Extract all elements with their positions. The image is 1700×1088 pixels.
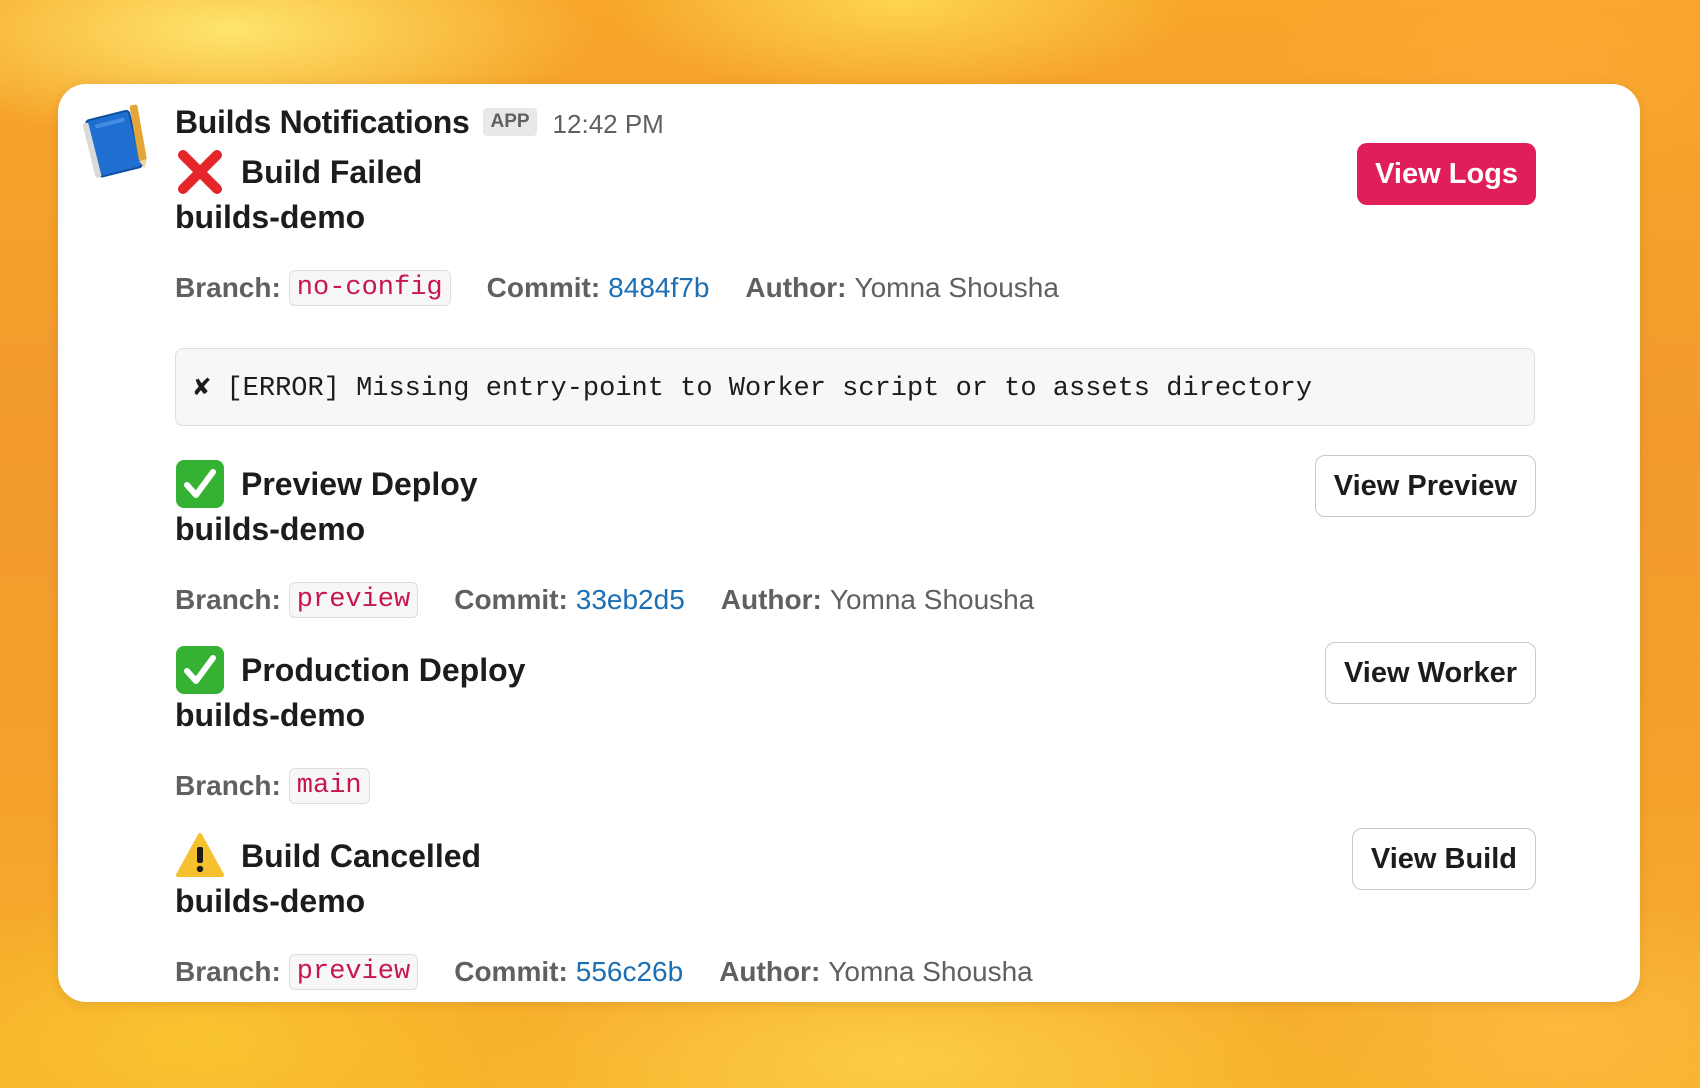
preview-deploy-title-row: Preview Deploy: [175, 458, 478, 510]
branch-label: Branch:: [175, 770, 281, 801]
app-name[interactable]: Builds Notifications: [175, 104, 470, 141]
branch-tag: main: [288, 768, 370, 804]
view-build-button[interactable]: View Build: [1351, 828, 1536, 890]
check-mark-icon: [176, 646, 224, 694]
project-name: builds-demo: [175, 511, 366, 547]
commit-field: Commit: 8484f7b: [487, 272, 710, 304]
author-field: Author: Yomna Shousha: [719, 956, 1033, 988]
author-name: Yomna Shousha: [854, 272, 1059, 303]
author-label: Author:: [719, 956, 821, 987]
author-field: Author: Yomna Shousha: [721, 584, 1035, 616]
build-meta-row: Branch: preview Commit: 33eb2d5 Author: …: [175, 578, 1070, 622]
warning-icon: [176, 833, 224, 877]
book-icon[interactable]: [78, 104, 156, 182]
commit-field: Commit: 33eb2d5: [454, 584, 685, 616]
branch-tag: preview: [288, 954, 419, 990]
author-name: Yomna Shousha: [828, 956, 1033, 987]
message-header: Builds Notifications APP 12:42 PM: [175, 100, 664, 144]
check-mark-icon: [176, 460, 224, 508]
view-logs-button[interactable]: View Logs: [1357, 143, 1536, 205]
error-code-block: ✘ [ERROR] Missing entry-point to Worker …: [175, 348, 1535, 426]
project-name: builds-demo: [175, 199, 366, 235]
build-cancelled-title-row: Build Cancelled: [175, 830, 481, 882]
block-title: Build Cancelled: [241, 837, 482, 874]
build-meta-row: Branch: no-config Commit: 8484f7b Author…: [175, 266, 1095, 310]
commit-link[interactable]: 33eb2d5: [576, 584, 685, 616]
branch-label: Branch:: [175, 584, 281, 615]
commit-label: Commit:: [454, 584, 568, 615]
app-badge: APP: [483, 108, 537, 136]
production-deploy-title-row: Production Deploy: [175, 644, 525, 696]
commit-label: Commit:: [454, 956, 568, 987]
commit-field: Commit: 556c26b: [454, 956, 683, 988]
view-worker-button[interactable]: View Worker: [1324, 642, 1536, 704]
branch-field: Branch: main: [175, 768, 370, 804]
author-label: Author:: [745, 272, 847, 303]
commit-label: Commit:: [486, 272, 601, 303]
author-name: Yomna Shousha: [829, 584, 1035, 615]
project-name: builds-demo: [175, 697, 366, 733]
build-meta-row: Branch: main: [175, 764, 406, 808]
message-timestamp[interactable]: 12:42 PM: [553, 109, 664, 140]
block-title: Build Failed: [241, 153, 423, 190]
branch-field: Branch: no-config: [175, 270, 451, 306]
branch-label: Branch:: [175, 272, 281, 303]
branch-tag: preview: [288, 582, 419, 618]
project-name: builds-demo: [175, 883, 366, 919]
author-field: Author: Yomna Shousha: [745, 272, 1059, 304]
branch-field: Branch: preview: [175, 954, 419, 990]
commit-link[interactable]: 556c26b: [576, 956, 683, 988]
branch-field: Branch: preview: [175, 582, 419, 618]
commit-link[interactable]: 8484f7b: [608, 272, 709, 304]
branch-label: Branch:: [175, 956, 281, 987]
cross-mark-icon: [178, 150, 222, 194]
branch-tag: no-config: [288, 270, 451, 306]
author-label: Author:: [720, 584, 822, 615]
view-preview-button[interactable]: View Preview: [1314, 455, 1536, 517]
build-failed-title-row: Build Failed: [175, 146, 422, 198]
message-card: Builds Notifications APP 12:42 PM Build …: [58, 84, 1640, 1002]
block-title: Production Deploy: [241, 651, 526, 688]
build-meta-row: Branch: preview Commit: 556c26b Author: …: [175, 950, 1069, 994]
block-title: Preview Deploy: [241, 465, 478, 502]
